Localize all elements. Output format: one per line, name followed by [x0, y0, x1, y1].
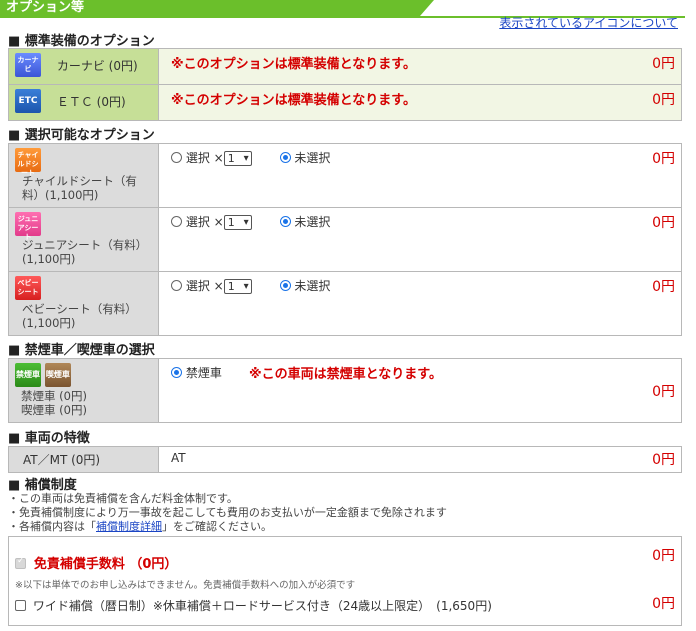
option-label-cell: チャイルドシート チャイルドシート（有料）(1,100円): [8, 143, 159, 208]
unselect-radio[interactable]: [279, 152, 291, 163]
feature-row: AT／MT (0円) AT 0円: [8, 446, 682, 473]
standard-options-title: ■ 標準装備のオプション: [8, 34, 155, 49]
option-value-cell: 選択 ×1 未選択 0円: [158, 207, 682, 272]
insurance-box: 免責補償手数料 （0円） 0円 ※以下は単体でのお申し込みはできません。免責補償…: [8, 536, 682, 626]
option-price: 0円: [652, 452, 675, 468]
wide-label: ワイド補償（暦日制）※休車補償＋ロードサービス付き（24歳以上限定） (1,65…: [32, 599, 492, 613]
wide-row: ワイド補償（暦日制）※休車補償＋ロードサービス付き（24歳以上限定） (1,65…: [15, 597, 492, 614]
smoking-label: 喫煙車 (0円): [21, 403, 87, 417]
option-label-cell: カーナビ カーナビ (0円): [8, 48, 159, 85]
select-radio[interactable]: [171, 152, 182, 163]
selectable-row-baby-seat: ベビーシート ベビーシート（有料）(1,100円) 選択 ×1 未選択 0円: [8, 271, 682, 336]
unselect-radio[interactable]: [279, 216, 291, 227]
cdw-note: ※以下は単体でのお申し込みはできません。免責補償手数料への加入が必須です: [15, 580, 356, 591]
select-label: 選択 ×: [185, 215, 224, 229]
child-seat-icon: チャイルドシート: [15, 148, 41, 177]
option-choice: 選択 ×1 未選択: [171, 277, 330, 294]
unselect-label: 未選択: [294, 279, 331, 293]
insurance-info: ・この車両は免責補償を含んだ料金体制です。 ・免責補償制度により万一事故を起こし…: [8, 492, 447, 534]
cdw-row: 免責補償手数料 （0円）: [15, 553, 177, 572]
selectable-options-title: ■ 選択可能なオプション: [8, 128, 155, 143]
option-price: 0円: [652, 279, 675, 295]
option-value-cell: 選択 ×1 未選択 0円: [158, 143, 682, 208]
wide-checkbox[interactable]: [15, 600, 26, 611]
select-label: 選択 ×: [185, 279, 224, 293]
smoking-title: ■ 禁煙車／喫煙車の選択: [8, 343, 155, 358]
nonsmoking-option-label: 禁煙車: [185, 366, 222, 380]
option-name: カーナビ (0円): [56, 59, 138, 73]
insurance-line: ・各補償内容は「補償制度詳細」をご確認ください。: [8, 520, 272, 533]
features-title: ■ 車両の特徴: [8, 431, 90, 446]
standard-row-etc: ETC ＥＴＣ (0円) ※このオプションは標準装備となります。 0円: [8, 84, 682, 121]
etc-icon: ETC: [15, 89, 41, 113]
smoking-icon: 喫煙車: [44, 363, 71, 387]
nonsmoking-icon: 禁煙車: [15, 363, 41, 387]
select-radio[interactable]: [171, 216, 182, 227]
smoking-choice: 禁煙車: [171, 364, 222, 381]
option-label-cell: 禁煙車 喫煙車 禁煙車 (0円) 喫煙車 (0円): [8, 358, 159, 423]
option-value-cell: AT 0円: [158, 446, 682, 473]
feature-label: AT／MT (0円): [23, 453, 101, 467]
features-table: AT／MT (0円) AT 0円: [8, 446, 682, 473]
option-value-cell: ※このオプションは標準装備となります。 0円: [158, 48, 682, 85]
standard-note: ※このオプションは標準装備となります。: [171, 57, 416, 72]
insurance-line: ・免責補償制度により万一事故を起こしても費用のお支払いが一定金額まで免除されます: [8, 506, 447, 519]
option-label-cell: AT／MT (0円): [8, 446, 159, 473]
unselect-radio[interactable]: [279, 280, 291, 291]
option-name: ベビーシート（有料）(1,100円): [22, 302, 137, 330]
option-name: チャイルドシート（有料）(1,100円): [22, 174, 137, 202]
wide-price: 0円: [652, 596, 675, 612]
insurance-detail-link[interactable]: 補償制度詳細: [96, 520, 162, 533]
cdw-label: 免責補償手数料 （0円）: [33, 557, 178, 572]
navigation-icon: カーナビ: [15, 53, 41, 77]
section-header-options: オプション等: [0, 0, 434, 16]
quantity-select[interactable]: 1: [223, 215, 252, 230]
nonsmoking-label: 禁煙車 (0円): [21, 389, 87, 403]
selectable-row-child-seat: チャイルドシート チャイルドシート（有料）(1,100円) 選択 ×1 未選択 …: [8, 143, 682, 208]
select-label: 選択 ×: [185, 151, 224, 165]
icon-help-link[interactable]: 表示されているアイコンについて: [499, 14, 678, 31]
selectable-options-table: チャイルドシート チャイルドシート（有料）(1,100円) 選択 ×1 未選択 …: [8, 143, 682, 336]
smoking-row: 禁煙車 喫煙車 禁煙車 (0円) 喫煙車 (0円) 禁煙車 ※この車両は禁煙車と…: [8, 358, 682, 423]
select-radio[interactable]: [171, 280, 182, 291]
option-value-cell: ※このオプションは標準装備となります。 0円: [158, 84, 682, 121]
standard-options-table: カーナビ カーナビ (0円) ※このオプションは標準装備となります。 0円 ET…: [8, 48, 682, 121]
option-label-cell: ベビーシート ベビーシート（有料）(1,100円): [8, 271, 159, 336]
quantity-select[interactable]: 1: [223, 151, 252, 166]
option-price: 0円: [652, 56, 675, 72]
cdw-price: 0円: [652, 548, 675, 564]
standard-row-navi: カーナビ カーナビ (0円) ※このオプションは標準装備となります。 0円: [8, 48, 682, 85]
option-choice: 選択 ×1 未選択: [171, 149, 330, 166]
standard-note: ※このオプションは標準装備となります。: [171, 93, 416, 108]
cdw-checkbox[interactable]: [15, 556, 26, 569]
quantity-select[interactable]: 1: [223, 279, 252, 294]
smoking-table: 禁煙車 喫煙車 禁煙車 (0円) 喫煙車 (0円) 禁煙車 ※この車両は禁煙車と…: [8, 358, 682, 423]
nonsmoking-radio[interactable]: [171, 367, 182, 378]
option-price: 0円: [652, 92, 675, 108]
option-label-cell: ETC ＥＴＣ (0円): [8, 84, 159, 121]
option-price: 0円: [652, 215, 675, 231]
feature-value: AT: [171, 451, 186, 465]
smoking-note: ※この車両は禁煙車となります。: [249, 367, 442, 382]
option-name: ＥＴＣ (0円): [56, 95, 126, 109]
selectable-row-junior-seat: ジュニアシート ジュニアシート（有料）(1,100円) 選択 ×1 未選択 0円: [8, 207, 682, 272]
baby-seat-icon: ベビーシート: [15, 276, 41, 300]
option-name: ジュニアシート（有料）(1,100円): [22, 238, 148, 266]
unselect-label: 未選択: [294, 151, 331, 165]
unselect-label: 未選択: [294, 215, 331, 229]
option-choice: 選択 ×1 未選択: [171, 213, 330, 230]
insurance-title: ■ 補償制度: [8, 478, 77, 493]
option-price: 0円: [652, 384, 675, 400]
option-value-cell: 選択 ×1 未選択 0円: [158, 271, 682, 336]
option-price: 0円: [652, 151, 675, 167]
option-label-cell: ジュニアシート ジュニアシート（有料）(1,100円): [8, 207, 159, 272]
junior-seat-icon: ジュニアシート: [15, 212, 41, 241]
option-value-cell: 禁煙車 ※この車両は禁煙車となります。 0円: [158, 358, 682, 423]
insurance-line: ・この車両は免責補償を含んだ料金体制です。: [8, 492, 238, 505]
